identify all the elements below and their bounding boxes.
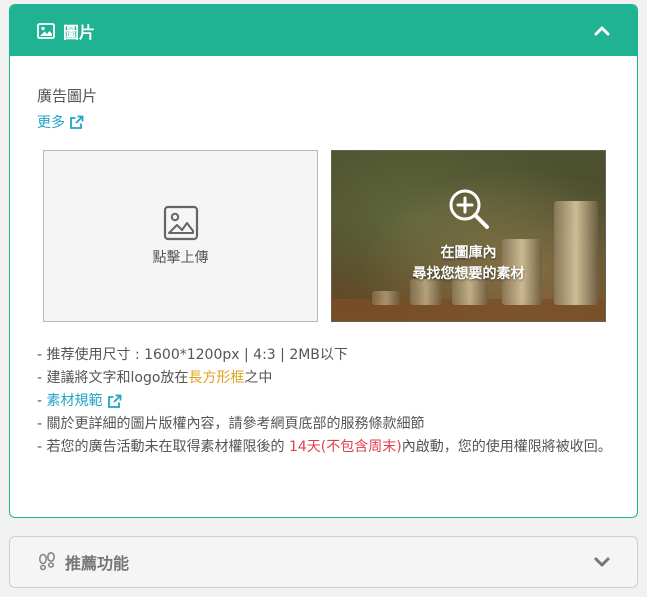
guideline-logo-pre: - 建議將文字和logo放在 [37, 370, 189, 386]
more-link[interactable]: 更多 [37, 112, 84, 132]
guideline-logo: - 建議將文字和logo放在長方形框之中 [37, 367, 617, 390]
recommend-panel-title: 推薦功能 [65, 554, 130, 573]
image-panel-header[interactable]: 圖片 [10, 5, 637, 56]
footprints-icon [37, 552, 57, 572]
external-link-icon [69, 115, 84, 130]
guideline-expiry-highlight: 14天(不包含周末) [288, 439, 402, 455]
material-spec-link[interactable]: 素材規範 [47, 390, 122, 413]
zoom-search-icon [447, 187, 491, 231]
guideline-material-spec: - 素材規範 [37, 390, 617, 413]
image-panel: 圖片 廣告圖片 更多 點擊上傳 在圖庫內 尋找您想要的素材 - 推荐使用尺寸:… [9, 4, 638, 518]
guideline-size: - 推荐使用尺寸 : 1600*1200px | 4:3 | 2MB以下 [37, 347, 348, 363]
image-upload-icon [163, 205, 199, 241]
upload-button[interactable]: 點擊上傳 [43, 150, 318, 322]
guideline-expiry-post: 內啟動，您的使用權限將被收回。 [401, 439, 612, 455]
chevron-down-icon[interactable] [593, 553, 611, 571]
guideline-logo-highlight: 長方形框 [188, 370, 245, 386]
image-panel-body: 廣告圖片 更多 點擊上傳 在圖庫內 尋找您想要的素材 - 推荐使用尺寸: 16… [10, 56, 637, 517]
image-guidelines: - 推荐使用尺寸 : 1600*1200px | 4:3 | 2MB以下 - 建… [37, 344, 617, 459]
upload-label: 點擊上傳 [152, 250, 209, 266]
guideline-logo-post: 之中 [244, 370, 273, 386]
image-library-button[interactable]: 在圖庫內 尋找您想要的素材 [331, 150, 606, 322]
guideline-expiry-pre: - 若您的廣告活動未在取得素材權限後的 [37, 439, 289, 455]
external-link-icon [107, 394, 122, 409]
recommend-panel-header[interactable]: 推薦功能 [9, 536, 638, 588]
more-link-label: 更多 [37, 115, 65, 131]
coin-stacks-image [332, 201, 605, 321]
ad-image-label: 廣告圖片 [37, 87, 98, 105]
image-panel-title: 圖片 [63, 22, 96, 42]
guideline-copyright: - 關於更詳細的圖片版權內容，請參考網頁底部的服務條款細節 [37, 416, 425, 432]
guideline-expiry: - 若您的廣告活動未在取得素材權限後的 14天(不包含周末)內啟動，您的使用權限… [37, 436, 612, 459]
image-icon [37, 22, 55, 40]
library-line-1: 在圖庫內 [440, 245, 497, 261]
material-spec-label: 素材規範 [46, 393, 103, 409]
chevron-up-icon[interactable] [593, 22, 611, 40]
library-line-2: 尋找您想要的素材 [412, 266, 525, 282]
guideline-dash: - [37, 393, 47, 409]
